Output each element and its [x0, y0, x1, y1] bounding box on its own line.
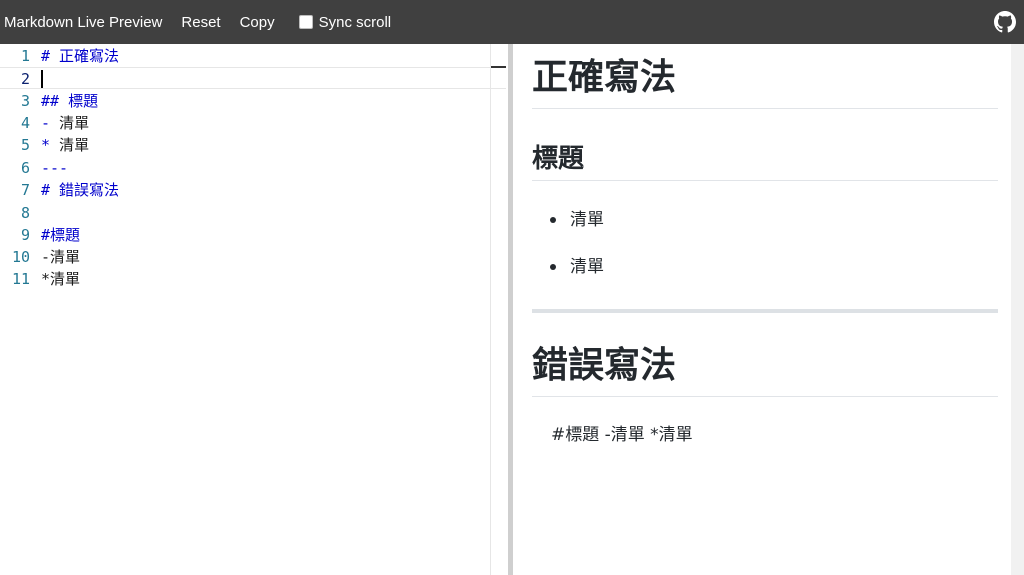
sync-scroll-toggle[interactable]: Sync scroll — [298, 13, 392, 31]
line-number: 10 — [11, 248, 30, 266]
editor-line[interactable]: 4 - 清單 — [0, 112, 506, 134]
preview-paragraph: #標題 -清單 *清單 — [551, 425, 693, 445]
editor-line[interactable]: 7 # 錯誤寫法 — [0, 179, 506, 201]
line-text[interactable]: --- — [41, 157, 68, 179]
toolbar: Markdown Live Preview Reset Copy Sync sc… — [0, 0, 1024, 44]
text-cursor — [41, 70, 43, 88]
list-text: 清單 — [59, 114, 90, 132]
line-text[interactable]: - 清單 — [41, 112, 89, 134]
line-number: 6 — [20, 159, 30, 177]
reset-button[interactable]: Reset — [181, 14, 220, 31]
editor-line[interactable]: 8 — [0, 202, 506, 224]
list-marker: * — [41, 136, 51, 154]
line-text[interactable]: *清單 — [41, 268, 80, 290]
line-text[interactable]: * 清單 — [41, 134, 89, 156]
horizontal-rule — [532, 309, 998, 313]
preview-heading-2: 標題 — [532, 142, 998, 181]
line-number: 3 — [20, 92, 30, 110]
editor-line[interactable]: 9 #標題 — [0, 224, 506, 246]
editor-line[interactable]: 6 --- — [0, 157, 506, 179]
list-bullet — [550, 217, 556, 223]
list-item: 清單 — [570, 257, 604, 277]
line-number: 9 — [20, 226, 30, 244]
editor-line[interactable]: 1 # 正確寫法 — [0, 45, 506, 67]
copy-button[interactable]: Copy — [240, 14, 275, 31]
line-number: 5 — [20, 136, 30, 154]
markdown-editor[interactable]: 1 # 正確寫法 2 3 ## 標題 4 - 清單 5 * 清單 6 --- 7… — [0, 44, 508, 575]
editor-ruler — [490, 44, 491, 575]
line-number: 11 — [11, 270, 30, 288]
editor-line-active[interactable]: 2 — [0, 67, 506, 89]
github-icon[interactable] — [994, 11, 1016, 33]
markdown-preview: 正確寫法 標題 清單 清單 錯誤寫法 #標題 -清單 *清單 — [513, 44, 1011, 575]
line-text[interactable]: # 錯誤寫法 — [41, 179, 119, 201]
overview-ruler-marker — [491, 66, 506, 68]
line-text[interactable]: #標題 — [41, 224, 80, 246]
editor-line[interactable]: 11 *清單 — [0, 268, 506, 290]
line-number: 4 — [20, 114, 30, 132]
editor-line[interactable]: 10 -清單 — [0, 246, 506, 268]
line-number: 1 — [20, 47, 30, 65]
list-text: 清單 — [59, 136, 90, 154]
line-number: 2 — [20, 70, 30, 88]
line-number: 8 — [20, 204, 30, 222]
sync-scroll-label: Sync scroll — [318, 13, 392, 31]
sync-scroll-checkbox[interactable] — [298, 15, 313, 29]
editor-line[interactable]: 5 * 清單 — [0, 134, 506, 156]
line-text[interactable]: # 正確寫法 — [41, 45, 119, 67]
line-number: 7 — [20, 181, 30, 199]
list-item: 清單 — [570, 210, 604, 230]
line-text[interactable]: -清單 — [41, 246, 80, 268]
preview-heading-1: 錯誤寫法 — [532, 344, 998, 397]
preview-heading-1: 正確寫法 — [532, 56, 998, 109]
preview-scrollbar[interactable] — [1011, 44, 1024, 575]
list-marker: - — [41, 114, 51, 132]
list-bullet — [550, 264, 556, 270]
editor-line[interactable]: 3 ## 標題 — [0, 90, 506, 112]
line-text[interactable]: ## 標題 — [41, 90, 98, 112]
app-title[interactable]: Markdown Live Preview — [4, 14, 162, 31]
